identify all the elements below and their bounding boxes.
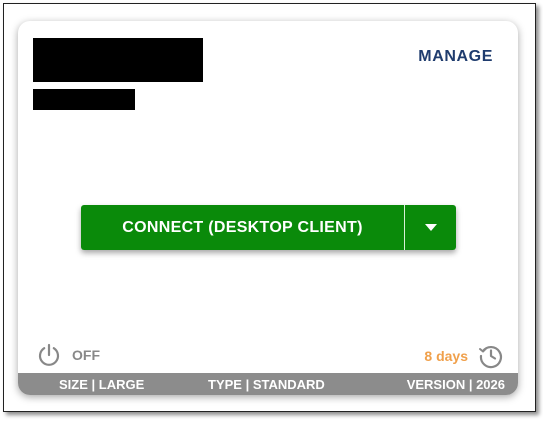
card-footer: SIZE | LARGE TYPE | STANDARD VERSION | 2… [18,373,518,395]
days-remaining-label: 8 days [424,348,468,364]
connect-dropdown-button[interactable] [405,205,456,250]
caret-down-icon [424,224,437,231]
footer-version: VERSION | 2026 [406,376,505,392]
workspace-card: MANAGE CONNECT (DESKTOP CLIENT) OFF 8 da… [18,21,518,395]
redacted-subtitle [33,89,135,110]
schedule-status: 8 days [424,343,504,369]
window-frame: MANAGE CONNECT (DESKTOP CLIENT) OFF 8 da… [3,3,536,412]
redacted-title [33,38,203,82]
power-state-label: OFF [72,347,100,363]
power-icon[interactable] [37,343,61,367]
connect-button-group: CONNECT (DESKTOP CLIENT) [81,205,456,250]
connect-button[interactable]: CONNECT (DESKTOP CLIENT) [81,205,404,250]
power-status: OFF [37,343,100,367]
manage-link[interactable]: MANAGE [418,48,493,66]
footer-size: SIZE | LARGE [59,376,145,392]
footer-type: TYPE | STANDARD [208,376,325,392]
clock-history-icon[interactable] [478,343,504,369]
